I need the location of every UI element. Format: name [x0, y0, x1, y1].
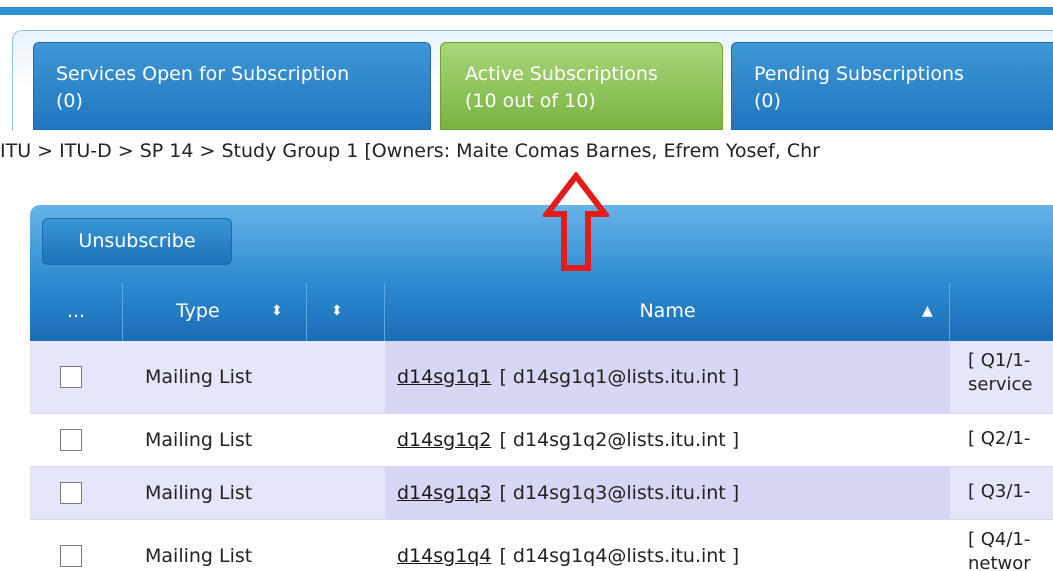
row-name-cell: d14sg1q4 [ d14sg1q4@lists.itu.int ] — [385, 520, 950, 571]
row-checkbox[interactable] — [60, 545, 82, 567]
top-accent-bar — [0, 7, 1053, 15]
row-checkbox[interactable] — [60, 429, 82, 451]
row-type: Mailing List — [145, 429, 253, 451]
row-checkbox-cell — [60, 467, 82, 519]
tab-services-open[interactable]: Services Open for Subscription (0) — [33, 42, 431, 130]
tab-services-open-label: Services Open for Subscription — [56, 63, 350, 85]
row-description-line: [ Q1/1- — [968, 350, 1031, 371]
header-description[interactable] — [950, 283, 1053, 341]
row-checkbox-cell — [60, 520, 82, 571]
row-type: Mailing List — [145, 545, 253, 567]
list-email: [ d14sg1q1@lists.itu.int ] — [499, 366, 740, 388]
table-row[interactable]: Mailing List d14sg1q3 [ d14sg1q3@lists.i… — [30, 467, 1053, 520]
row-checkbox-cell — [60, 341, 82, 413]
tab-pending-subscriptions[interactable]: Pending Subscriptions (0) — [731, 42, 1053, 130]
subscriptions-grid: Unsubscribe ... Type ⬍ ⬍ Name ▲ Mailing … — [30, 205, 1053, 571]
sort-ascending-icon[interactable]: ▲ — [922, 283, 933, 339]
list-name-link[interactable]: d14sg1q2 — [397, 429, 491, 451]
row-description: [ Q2/1- — [968, 414, 1053, 466]
list-email: [ d14sg1q3@lists.itu.int ] — [499, 482, 740, 504]
row-type: Mailing List — [145, 482, 253, 504]
row-description: [ Q4/1- networ — [968, 520, 1053, 571]
row-description-line: [ Q2/1- — [968, 428, 1031, 449]
table-header: ... Type ⬍ ⬍ Name ▲ — [30, 283, 1053, 341]
sort-updown-icon[interactable]: ⬍ — [331, 283, 343, 339]
table-row[interactable]: Mailing List d14sg1q2 [ d14sg1q2@lists.i… — [30, 414, 1053, 467]
header-name-label: Name — [639, 300, 696, 322]
tab-pending-subscriptions-count: (0) — [754, 90, 781, 112]
header-type-label: Type — [176, 300, 220, 322]
table-row[interactable]: Mailing List d14sg1q4 [ d14sg1q4@lists.i… — [30, 520, 1053, 571]
row-checkbox-cell — [60, 414, 82, 466]
list-email: [ d14sg1q4@lists.itu.int ] — [499, 545, 740, 567]
row-description-line: networ — [968, 553, 1031, 571]
unsubscribe-button[interactable]: Unsubscribe — [42, 218, 232, 265]
header-more[interactable]: ... — [30, 283, 123, 341]
row-description: [ Q1/1- service — [968, 341, 1053, 413]
row-description-line: [ Q3/1- — [968, 481, 1031, 502]
header-unnamed[interactable]: ⬍ — [307, 283, 385, 341]
row-description: [ Q3/1- — [968, 467, 1053, 519]
row-checkbox[interactable] — [60, 366, 82, 388]
list-name-link[interactable]: d14sg1q4 — [397, 545, 491, 567]
header-name[interactable]: Name ▲ — [385, 283, 950, 341]
tab-active-subscriptions-label: Active Subscriptions — [465, 63, 658, 85]
list-name-link[interactable]: d14sg1q3 — [397, 482, 491, 504]
grid-toolbar: Unsubscribe — [30, 205, 1053, 283]
sort-updown-icon[interactable]: ⬍ — [271, 283, 283, 339]
tab-active-subscriptions[interactable]: Active Subscriptions (10 out of 10) — [440, 42, 723, 130]
list-name-link[interactable]: d14sg1q1 — [397, 366, 491, 388]
row-name-cell: d14sg1q3 [ d14sg1q3@lists.itu.int ] — [385, 467, 950, 519]
table-row[interactable]: Mailing List d14sg1q1 [ d14sg1q1@lists.i… — [30, 341, 1053, 414]
row-checkbox[interactable] — [60, 482, 82, 504]
row-type: Mailing List — [145, 366, 253, 388]
tab-active-subscriptions-count: (10 out of 10) — [465, 90, 596, 112]
row-description-line: [ Q4/1- — [968, 529, 1031, 550]
row-description-line: service — [968, 374, 1033, 395]
row-name-cell: d14sg1q1 [ d14sg1q1@lists.itu.int ] — [385, 341, 950, 413]
annotation-up-arrow-icon — [543, 172, 609, 271]
breadcrumb: ITU > ITU-D > SP 14 > Study Group 1 [Own… — [0, 140, 820, 162]
row-name-cell: d14sg1q2 [ d14sg1q2@lists.itu.int ] — [385, 414, 950, 466]
tab-services-open-count: (0) — [56, 90, 83, 112]
tab-pending-subscriptions-label: Pending Subscriptions — [754, 63, 964, 85]
list-email: [ d14sg1q2@lists.itu.int ] — [499, 429, 740, 451]
header-type[interactable]: Type ⬍ — [123, 283, 307, 341]
